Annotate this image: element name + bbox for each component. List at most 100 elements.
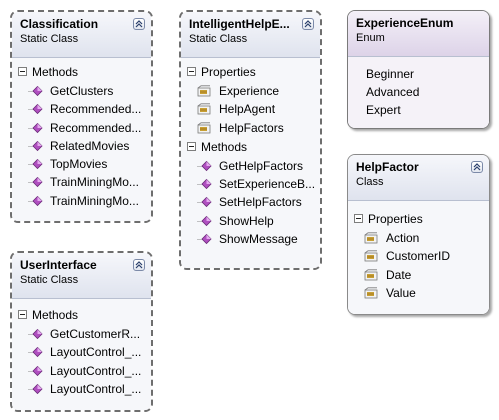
collapse-toggle[interactable] xyxy=(471,161,483,173)
class-user-interface[interactable]: UserInterface Static Class Methods GetCu… xyxy=(10,251,153,412)
method-item[interactable]: TopMovies xyxy=(12,155,151,173)
method-item[interactable]: GetClusters xyxy=(12,82,151,100)
section-label: Methods xyxy=(32,65,79,79)
method-icon xyxy=(197,215,212,226)
properties-section-header[interactable]: Properties xyxy=(348,209,489,229)
property-item[interactable]: CustomerID xyxy=(348,247,489,265)
properties-section-header[interactable]: Properties xyxy=(181,62,320,82)
method-icon xyxy=(28,177,43,188)
class-name: Classification xyxy=(20,17,99,31)
class-intelligent-help[interactable]: IntelligentHelpE... Static Class Propert… xyxy=(179,10,322,270)
collapse-box-icon[interactable] xyxy=(18,310,27,319)
method-icon xyxy=(28,122,43,133)
method-item[interactable]: LayoutControl_... xyxy=(12,343,151,361)
member-label: TrainMiningMo... xyxy=(50,175,139,190)
method-item[interactable]: SetExperienceB... xyxy=(181,175,320,193)
method-icon xyxy=(28,328,43,340)
member-label: SetExperienceB... xyxy=(219,177,316,192)
method-item[interactable]: RelatedMovies xyxy=(12,137,151,155)
class-body: Properties Action CustomerID Date Value xyxy=(348,201,489,314)
member-label: RelatedMovies xyxy=(50,138,130,153)
method-icon xyxy=(28,85,43,97)
methods-section-header[interactable]: Methods xyxy=(181,137,320,157)
collapse-box-icon[interactable] xyxy=(187,67,196,76)
member-label: CustomerID xyxy=(386,249,451,264)
method-icon xyxy=(28,159,43,170)
member-label: GetCustomerR... xyxy=(50,327,141,341)
property-item[interactable]: Experience xyxy=(181,82,320,100)
method-item[interactable]: SetHelpFactors xyxy=(181,193,320,211)
method-item[interactable]: GetHelpFactors xyxy=(181,157,320,175)
member-label: Expert xyxy=(366,103,401,117)
enum-value[interactable]: Expert xyxy=(348,101,489,119)
method-item[interactable]: ShowHelp xyxy=(181,212,320,230)
class-header[interactable]: IntelligentHelpE... Static Class xyxy=(181,12,320,58)
methods-list: GetClusters Recommended... Recommended... R… xyxy=(12,82,151,210)
class-header[interactable]: HelpFactor Class xyxy=(348,155,489,201)
member-label: TrainMiningMo... xyxy=(50,193,139,208)
property-icon xyxy=(364,250,378,262)
methods-list: GetCustomerR... LayoutControl_... LayoutCo… xyxy=(12,325,151,398)
enum-value[interactable]: Beginner xyxy=(348,65,489,83)
collapse-toggle[interactable] xyxy=(302,18,314,30)
member-label: Advanced xyxy=(366,85,420,99)
property-item[interactable]: Date xyxy=(348,266,489,284)
member-label: Date xyxy=(386,267,412,282)
member-label: LayoutControl_... xyxy=(50,345,142,360)
section-label: Methods xyxy=(201,139,248,154)
member-label: LayoutControl_... xyxy=(50,363,142,378)
class-body: Properties Experience HelpAgent HelpFactor… xyxy=(181,58,320,268)
class-help-factor[interactable]: HelpFactor Class Properties Action Custom… xyxy=(347,154,490,315)
member-label: Value xyxy=(386,285,416,300)
property-item[interactable]: Value xyxy=(348,284,489,302)
property-item[interactable]: HelpAgent xyxy=(181,100,320,118)
property-icon xyxy=(197,103,211,115)
method-icon xyxy=(28,383,43,394)
member-label: TopMovies xyxy=(50,157,108,172)
method-item[interactable]: TrainMiningMo... xyxy=(12,192,151,210)
method-item[interactable]: TrainMiningMo... xyxy=(12,173,151,191)
member-label: ShowHelp xyxy=(219,213,274,228)
class-classification[interactable]: Classification Static Class Methods GetC… xyxy=(10,10,153,223)
enum-value[interactable]: Advanced xyxy=(348,83,489,101)
collapse-toggle[interactable] xyxy=(133,259,145,271)
methods-section-header[interactable]: Methods xyxy=(12,62,151,82)
member-label: LayoutControl_... xyxy=(50,381,142,396)
collapse-box-icon[interactable] xyxy=(354,214,363,223)
method-item[interactable]: ShowMessage xyxy=(181,230,320,248)
section-label: Methods xyxy=(32,308,79,322)
method-item[interactable]: LayoutControl_... xyxy=(12,362,151,380)
method-icon xyxy=(28,365,43,376)
enum-values: Beginner Advanced Expert xyxy=(348,65,489,119)
method-item[interactable]: Recommended... xyxy=(12,100,151,118)
member-label: Action xyxy=(386,231,420,245)
class-name: UserInterface xyxy=(20,258,97,272)
methods-list: GetHelpFactors SetExperienceB... SetHelpFa… xyxy=(181,157,320,248)
member-label: Recommended... xyxy=(50,102,142,117)
property-item[interactable]: Action xyxy=(348,229,489,247)
chevron-up-icon xyxy=(135,20,143,28)
class-stereotype: Class xyxy=(356,176,384,188)
method-icon xyxy=(28,140,43,151)
property-item[interactable]: HelpFactors xyxy=(181,119,320,137)
method-item[interactable]: LayoutControl_... xyxy=(12,380,151,398)
method-icon xyxy=(28,104,43,115)
member-label: ShowMessage xyxy=(219,232,298,247)
collapse-box-icon[interactable] xyxy=(187,141,196,151)
property-icon xyxy=(197,85,211,97)
member-label: GetHelpFactors xyxy=(219,158,304,173)
class-header[interactable]: Classification Static Class xyxy=(12,12,151,58)
enum-experience[interactable]: ExperienceEnum Enum Beginner Advanced Expe… xyxy=(347,10,490,129)
member-label: HelpAgent xyxy=(219,102,276,117)
class-header[interactable]: ExperienceEnum Enum xyxy=(348,11,489,57)
method-item[interactable]: Recommended... xyxy=(12,119,151,137)
collapse-toggle[interactable] xyxy=(133,18,145,30)
methods-section-header[interactable]: Methods xyxy=(12,305,151,325)
method-item[interactable]: GetCustomerR... xyxy=(12,325,151,343)
enum-body: Beginner Advanced Expert xyxy=(348,57,489,128)
section-label: Properties xyxy=(368,212,423,226)
property-icon xyxy=(197,121,211,133)
property-icon xyxy=(364,287,378,299)
class-header[interactable]: UserInterface Static Class xyxy=(12,253,151,299)
collapse-box-icon[interactable] xyxy=(18,67,27,76)
